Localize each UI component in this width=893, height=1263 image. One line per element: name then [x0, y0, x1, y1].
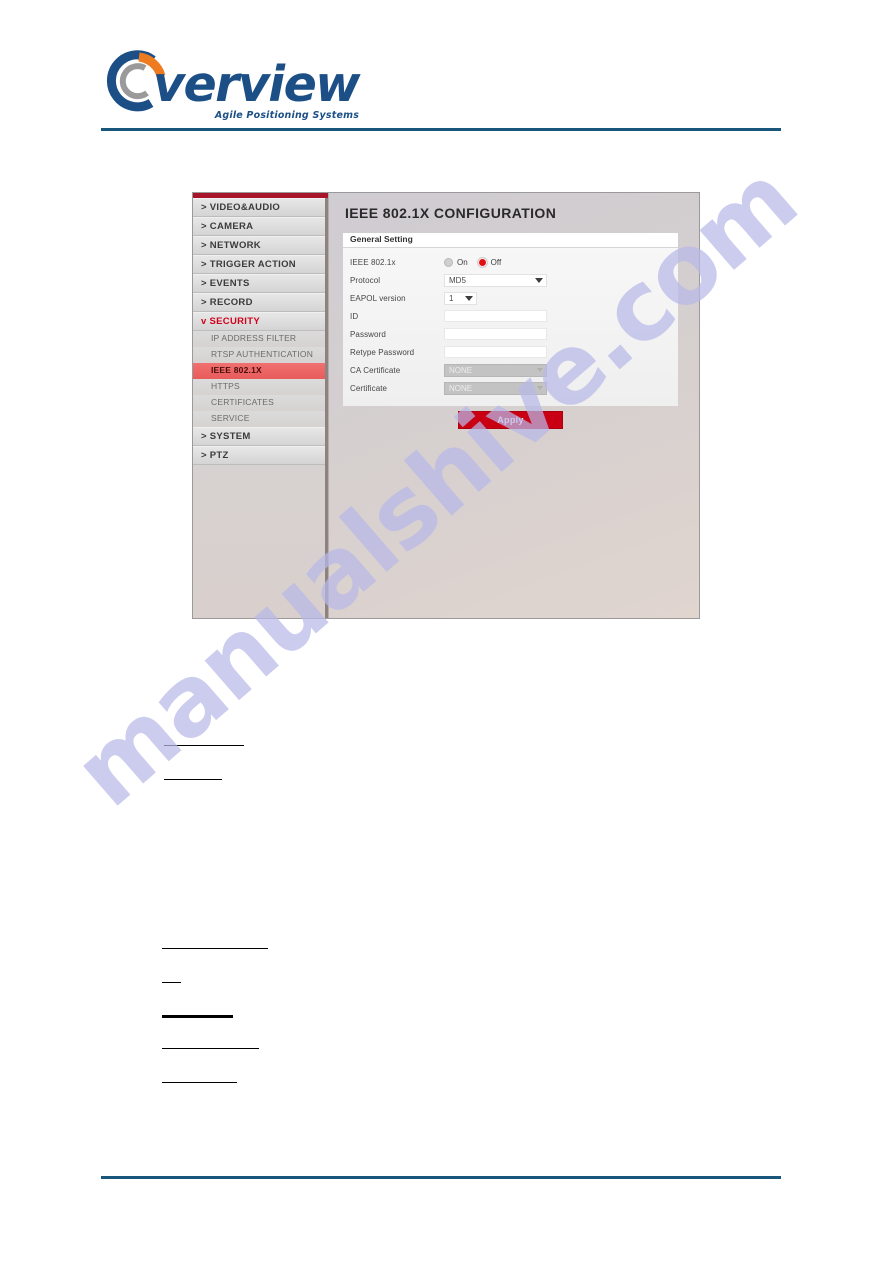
- field-eapol-version: 1: [444, 291, 671, 305]
- certificate-select-value: NONE: [449, 383, 473, 393]
- sidebar-item-trigger-action[interactable]: > TRIGGER ACTION: [193, 255, 325, 274]
- general-setting-form: IEEE 802.1x On Off Protocol MD5 EAPOL ve…: [343, 248, 678, 406]
- label-ieee8021x: IEEE 802.1x: [350, 257, 396, 267]
- sidebar-item-events[interactable]: > EVENTS: [193, 274, 325, 293]
- device-content-area: IEEE 802.1X CONFIGURATION General Settin…: [328, 193, 699, 618]
- sidebar-item-camera[interactable]: > CAMERA: [193, 217, 325, 236]
- ca-certificate-select-value: NONE: [449, 365, 473, 375]
- ca-certificate-select: NONE: [444, 363, 547, 377]
- chevron-down-icon: [537, 386, 543, 390]
- page-title: IEEE 802.1X CONFIGURATION: [345, 205, 557, 221]
- radio-option-off[interactable]: Off: [477, 257, 502, 267]
- label-ca-certificate: CA Certificate: [350, 365, 401, 375]
- field-protocol: MD5: [444, 273, 671, 287]
- sidebar-item-service[interactable]: SERVICE: [193, 411, 325, 427]
- chevron-down-icon: [535, 278, 543, 283]
- sidebar-item-ip-address-filter[interactable]: IP ADDRESS FILTER: [193, 331, 325, 347]
- apply-button[interactable]: Apply: [458, 411, 563, 429]
- field-ca-certificate: NONE: [444, 363, 671, 377]
- field-password: [444, 328, 671, 340]
- label-protocol: Protocol: [350, 275, 381, 285]
- retype-password-input[interactable]: [444, 346, 547, 358]
- general-setting-card-header: General Setting: [343, 233, 678, 248]
- sidebar-item-network[interactable]: > NETWORK: [193, 236, 325, 255]
- redacted-text-rule: [162, 1015, 233, 1018]
- sidebar-item-security[interactable]: v SECURITY: [193, 312, 325, 331]
- certificate-select: NONE: [444, 381, 547, 395]
- page-header: verview Agile Positioning Systems: [0, 0, 893, 140]
- row-protocol: Protocol MD5: [343, 271, 678, 289]
- field-id: [444, 310, 671, 322]
- apply-button-row: Apply: [343, 411, 678, 429]
- sidebar-item-certificates[interactable]: CERTIFICATES: [193, 395, 325, 411]
- device-web-ui-panel: > VIDEO&AUDIO > CAMERA > NETWORK > TRIGG…: [192, 192, 700, 619]
- eapol-version-select[interactable]: 1: [444, 291, 477, 305]
- header-divider: [101, 128, 781, 131]
- redacted-text-rule: [162, 1048, 259, 1049]
- device-sidebar-nav: > VIDEO&AUDIO > CAMERA > NETWORK > TRIGG…: [193, 193, 328, 618]
- radio-dot-off-icon: [477, 257, 487, 267]
- footer-divider: [101, 1176, 781, 1179]
- redacted-text-rule: [162, 1082, 237, 1083]
- sidebar-item-videoaudio[interactable]: > VIDEO&AUDIO: [193, 198, 325, 217]
- redacted-text-rule: [162, 948, 268, 949]
- redacted-text-rule: [164, 779, 222, 780]
- row-password: Password: [343, 325, 678, 343]
- password-input[interactable]: [444, 328, 547, 340]
- sidebar-item-record[interactable]: > RECORD: [193, 293, 325, 312]
- eapol-version-select-value: 1: [449, 293, 454, 303]
- radio-option-on[interactable]: On: [444, 257, 468, 267]
- label-eapol-version: EAPOL version: [350, 293, 406, 303]
- general-setting-title: General Setting: [350, 234, 413, 244]
- brand-logo: verview Agile Positioning Systems: [101, 48, 361, 122]
- row-certificate: Certificate NONE: [343, 379, 678, 397]
- brand-wordmark: verview: [153, 56, 361, 113]
- sidebar-top-accent-bar: [193, 193, 328, 198]
- redacted-text-rule: [162, 982, 181, 983]
- brand-text: verview Agile Positioning Systems: [153, 56, 361, 122]
- sidebar-item-rtsp-authentication[interactable]: RTSP AUTHENTICATION: [193, 347, 325, 363]
- row-eapol-version: EAPOL version 1: [343, 289, 678, 307]
- label-certificate: Certificate: [350, 383, 388, 393]
- redacted-text-rule: [164, 745, 244, 746]
- ieee8021x-radio-group: On Off: [444, 257, 502, 267]
- radio-dot-on-icon: [444, 257, 453, 267]
- chevron-down-icon: [537, 368, 543, 372]
- field-ieee8021x: On Off: [444, 257, 671, 267]
- sidebar-item-ptz[interactable]: > PTZ: [193, 446, 325, 465]
- field-certificate: NONE: [444, 381, 671, 395]
- radio-label-off: Off: [490, 257, 502, 267]
- row-ca-certificate: CA Certificate NONE: [343, 361, 678, 379]
- row-ieee8021x: IEEE 802.1x On Off: [343, 253, 678, 271]
- general-setting-card: General Setting IEEE 802.1x On Off Proto…: [343, 233, 678, 406]
- field-retype-password: [444, 346, 671, 358]
- chevron-down-icon: [465, 296, 473, 301]
- label-id: ID: [350, 311, 359, 321]
- protocol-select-value: MD5: [449, 275, 466, 285]
- sidebar-item-https[interactable]: HTTPS: [193, 379, 325, 395]
- label-retype-password: Retype Password: [350, 347, 415, 357]
- sidebar-item-ieee-802-1x[interactable]: IEEE 802.1X: [193, 363, 325, 379]
- label-password: Password: [350, 329, 386, 339]
- row-retype-password: Retype Password: [343, 343, 678, 361]
- id-input[interactable]: [444, 310, 547, 322]
- radio-label-on: On: [457, 257, 468, 267]
- row-id: ID: [343, 307, 678, 325]
- sidebar-item-system[interactable]: > SYSTEM: [193, 427, 325, 446]
- protocol-select[interactable]: MD5: [444, 273, 547, 287]
